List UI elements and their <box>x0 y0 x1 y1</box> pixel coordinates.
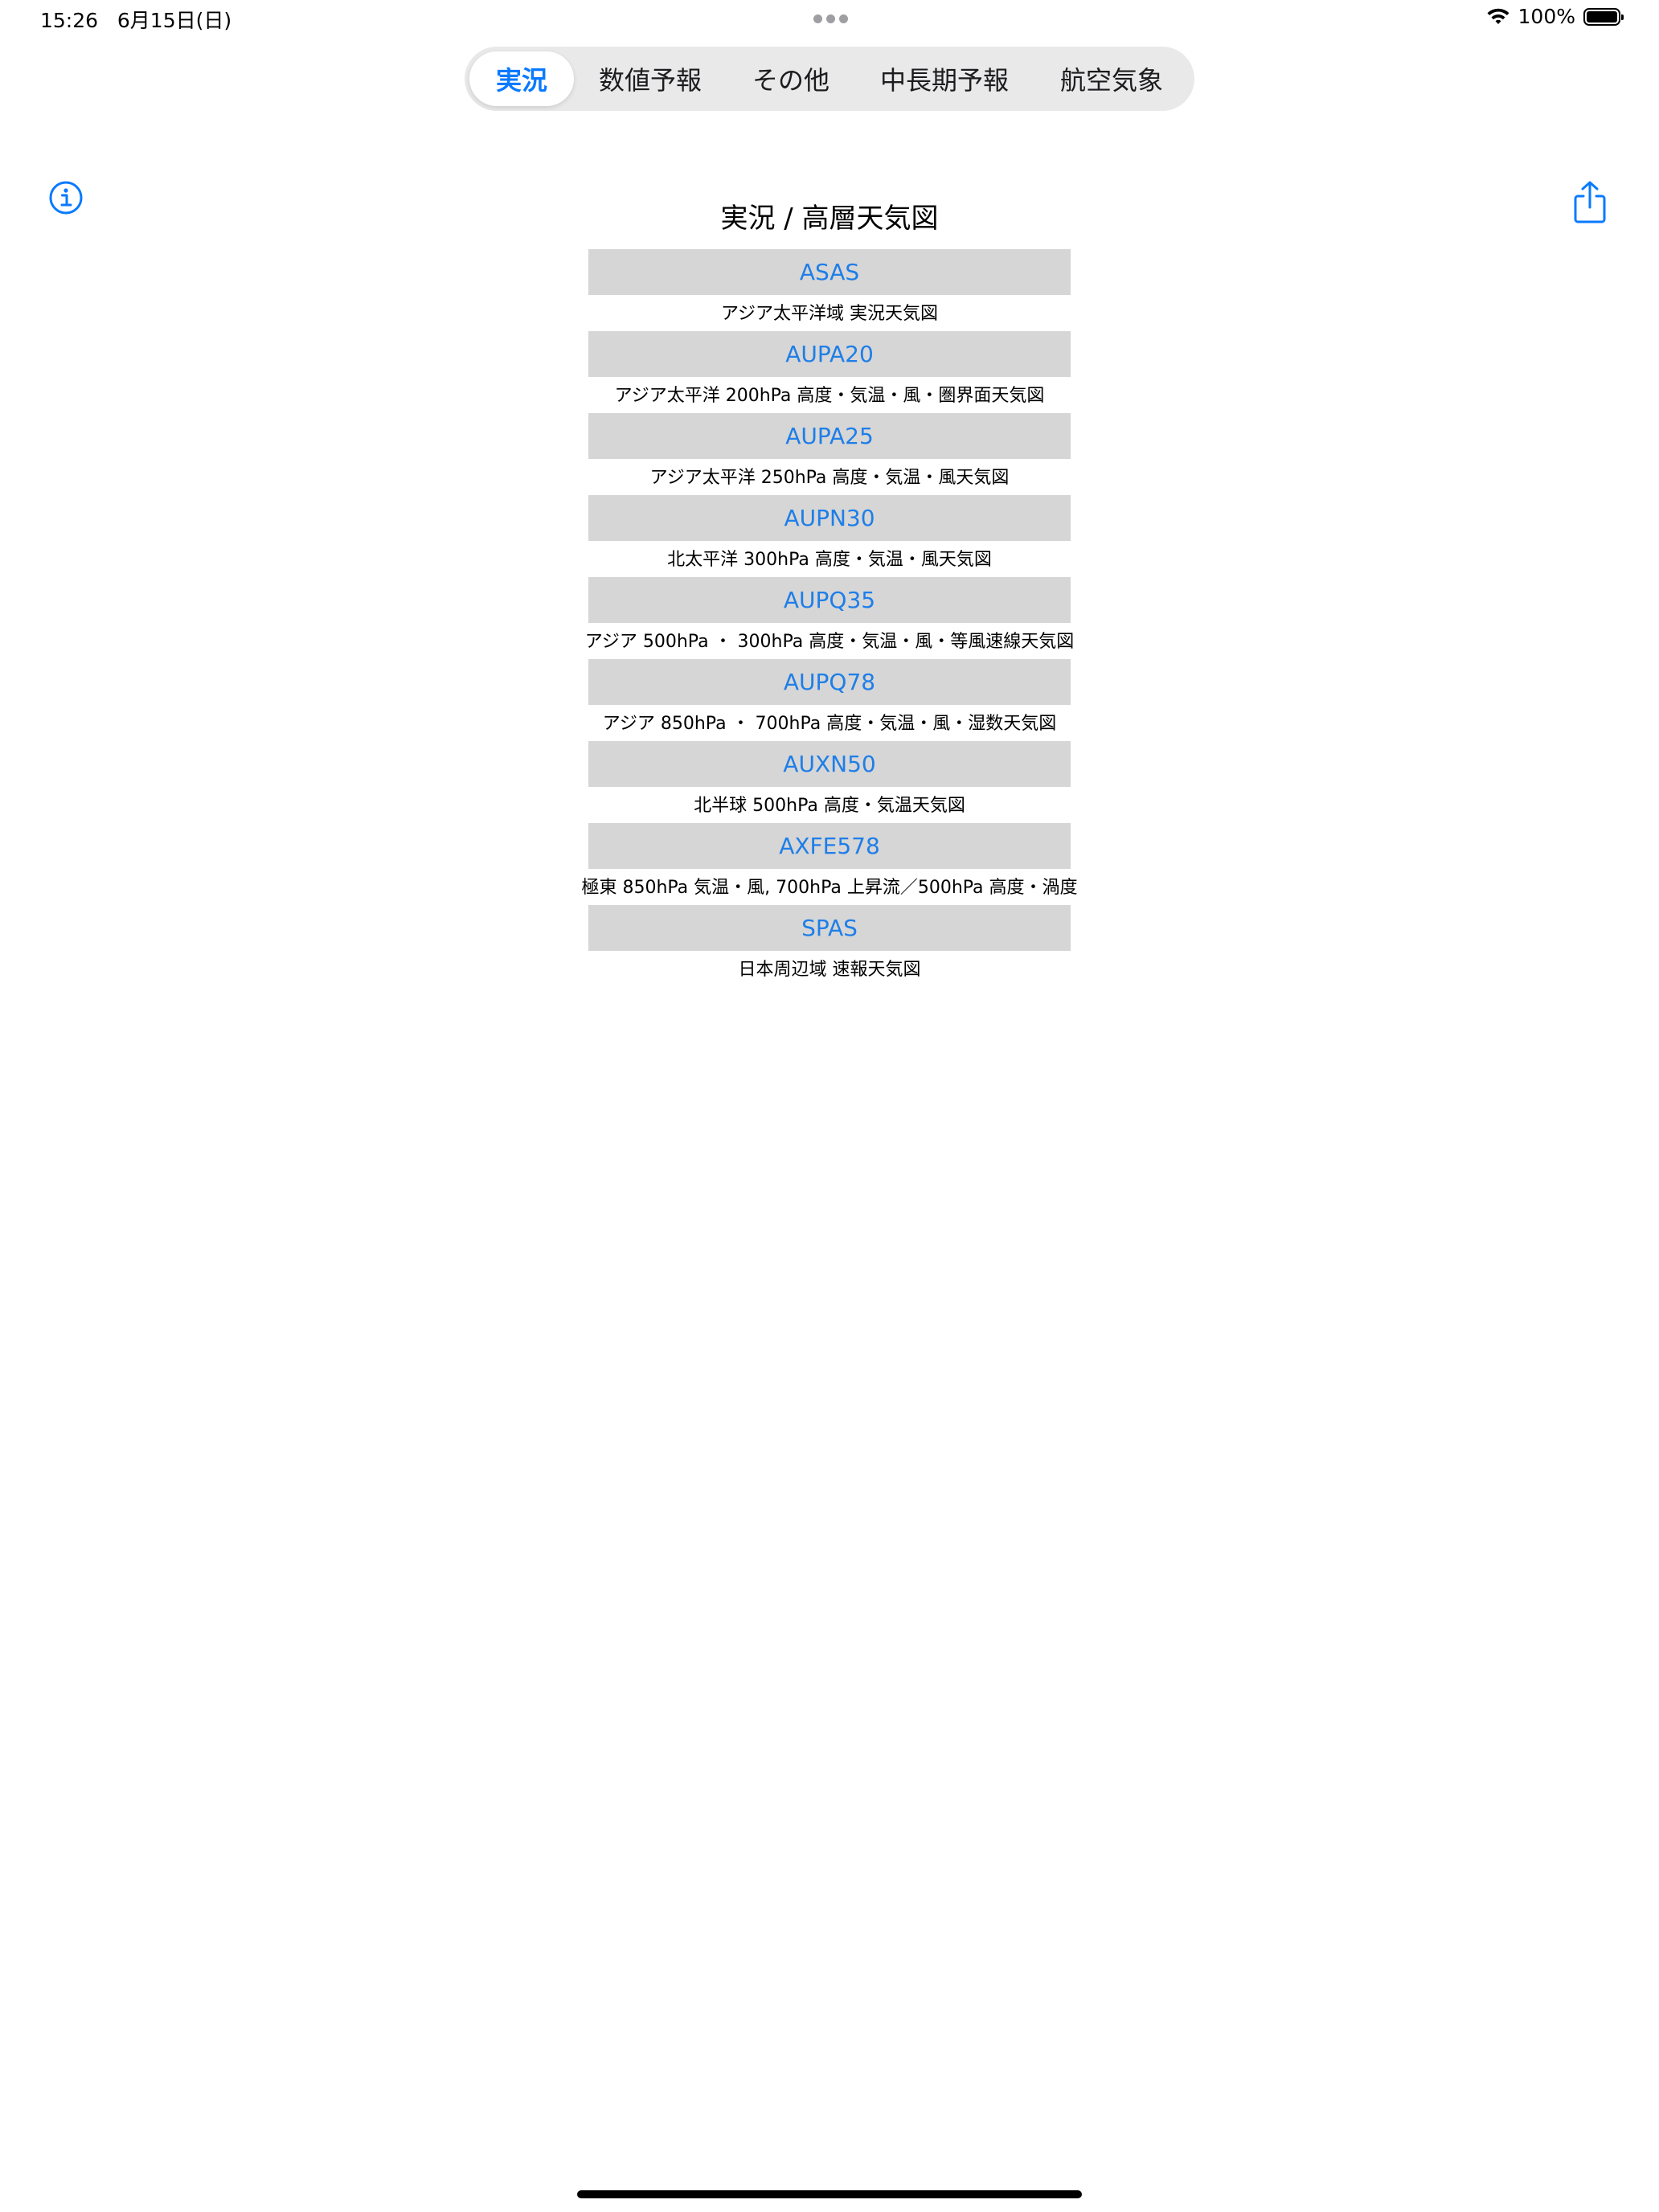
status-time: 15:26 <box>40 9 99 32</box>
dot <box>813 14 822 23</box>
chart-link-aupa20[interactable]: AUPA20 <box>588 331 1071 377</box>
status-indicators: 100% <box>1486 5 1624 28</box>
segment-chuchoki-yoho[interactable]: 中長期予報 <box>855 51 1034 106</box>
chart-link-asas[interactable]: ASAS <box>588 249 1071 295</box>
status-bar: 15:26 6月15日(日) 100% <box>0 0 1659 40</box>
chart-link-auxn50[interactable]: AUXN50 <box>588 741 1071 787</box>
list-item: AUPQ78 アジア 850hPa ・ 700hPa 高度・気温・風・湿数天気図 <box>0 659 1659 741</box>
chart-link-aupa25[interactable]: AUPA25 <box>588 413 1071 459</box>
chart-description: 日本周辺域 速報天気図 <box>738 960 921 980</box>
list-item: AUXN50 北半球 500hPa 高度・気温天気図 <box>0 741 1659 823</box>
battery-percent: 100% <box>1518 5 1575 28</box>
page-title: 実況 / 高層天気図 <box>720 203 939 235</box>
status-date: 6月15日(日) <box>117 9 232 32</box>
chart-description: アジア 500hPa ・ 300hPa 高度・気温・風・等風速線天気図 <box>584 632 1075 652</box>
battery-fill <box>1587 10 1617 23</box>
chart-link-aupn30[interactable]: AUPN30 <box>588 495 1071 541</box>
dot <box>826 14 835 23</box>
segment-koku-kisho[interactable]: 航空気象 <box>1034 51 1190 106</box>
chart-description: アジア太平洋 200hPa 高度・気温・風・圏界面天気図 <box>614 386 1045 406</box>
list-item: AUPN30 北太平洋 300hPa 高度・気温・風天気図 <box>0 495 1659 577</box>
chart-description: アジア太平洋 250hPa 高度・気温・風天気図 <box>649 468 1010 488</box>
dot <box>839 14 848 23</box>
battery-icon <box>1583 7 1624 26</box>
segment-suchi-yoho[interactable]: 数値予報 <box>574 51 727 106</box>
wifi-icon <box>1487 8 1509 24</box>
segment-sonota[interactable]: その他 <box>727 51 855 106</box>
home-indicator[interactable] <box>577 2190 1082 2198</box>
chart-description: アジア太平洋域 実況天気図 <box>720 304 939 324</box>
list-item: AXFE578 極東 850hPa 気温・風, 700hPa 上昇流／500hP… <box>0 823 1659 905</box>
chart-description: アジア 850hPa ・ 700hPa 高度・気温・風・湿数天気図 <box>602 714 1057 734</box>
chart-link-axfe578[interactable]: AXFE578 <box>588 823 1071 869</box>
chart-link-spas[interactable]: SPAS <box>588 905 1071 951</box>
category-segmented-control: 実況 数値予報 その他 中長期予報 航空気象 <box>465 47 1194 111</box>
list-item: SPAS 日本周辺域 速報天気図 <box>0 905 1659 987</box>
chart-description: 極東 850hPa 気温・風, 700hPa 上昇流／500hPa 高度・渦度 <box>581 878 1078 898</box>
list-item: AUPQ35 アジア 500hPa ・ 300hPa 高度・気温・風・等風速線天… <box>0 577 1659 659</box>
multitasking-dots[interactable] <box>813 14 848 23</box>
list-item: ASAS アジア太平洋域 実況天気図 <box>0 249 1659 331</box>
chart-link-aupq78[interactable]: AUPQ78 <box>588 659 1071 705</box>
list-item: AUPA20 アジア太平洋 200hPa 高度・気温・風・圏界面天気図 <box>0 331 1659 413</box>
status-time-date: 15:26 6月15日(日) <box>40 5 231 34</box>
chart-list: ASAS アジア太平洋域 実況天気図 AUPA20 アジア太平洋 200hPa … <box>0 249 1659 987</box>
chart-description: 北半球 500hPa 高度・気温天気図 <box>694 796 965 816</box>
battery-cap <box>1621 14 1624 20</box>
segment-jikkyo[interactable]: 実況 <box>469 51 574 106</box>
chart-description: 北太平洋 300hPa 高度・気温・風天気図 <box>667 550 992 570</box>
chart-link-aupq35[interactable]: AUPQ35 <box>588 577 1071 623</box>
list-item: AUPA25 アジア太平洋 250hPa 高度・気温・風天気図 <box>0 413 1659 495</box>
